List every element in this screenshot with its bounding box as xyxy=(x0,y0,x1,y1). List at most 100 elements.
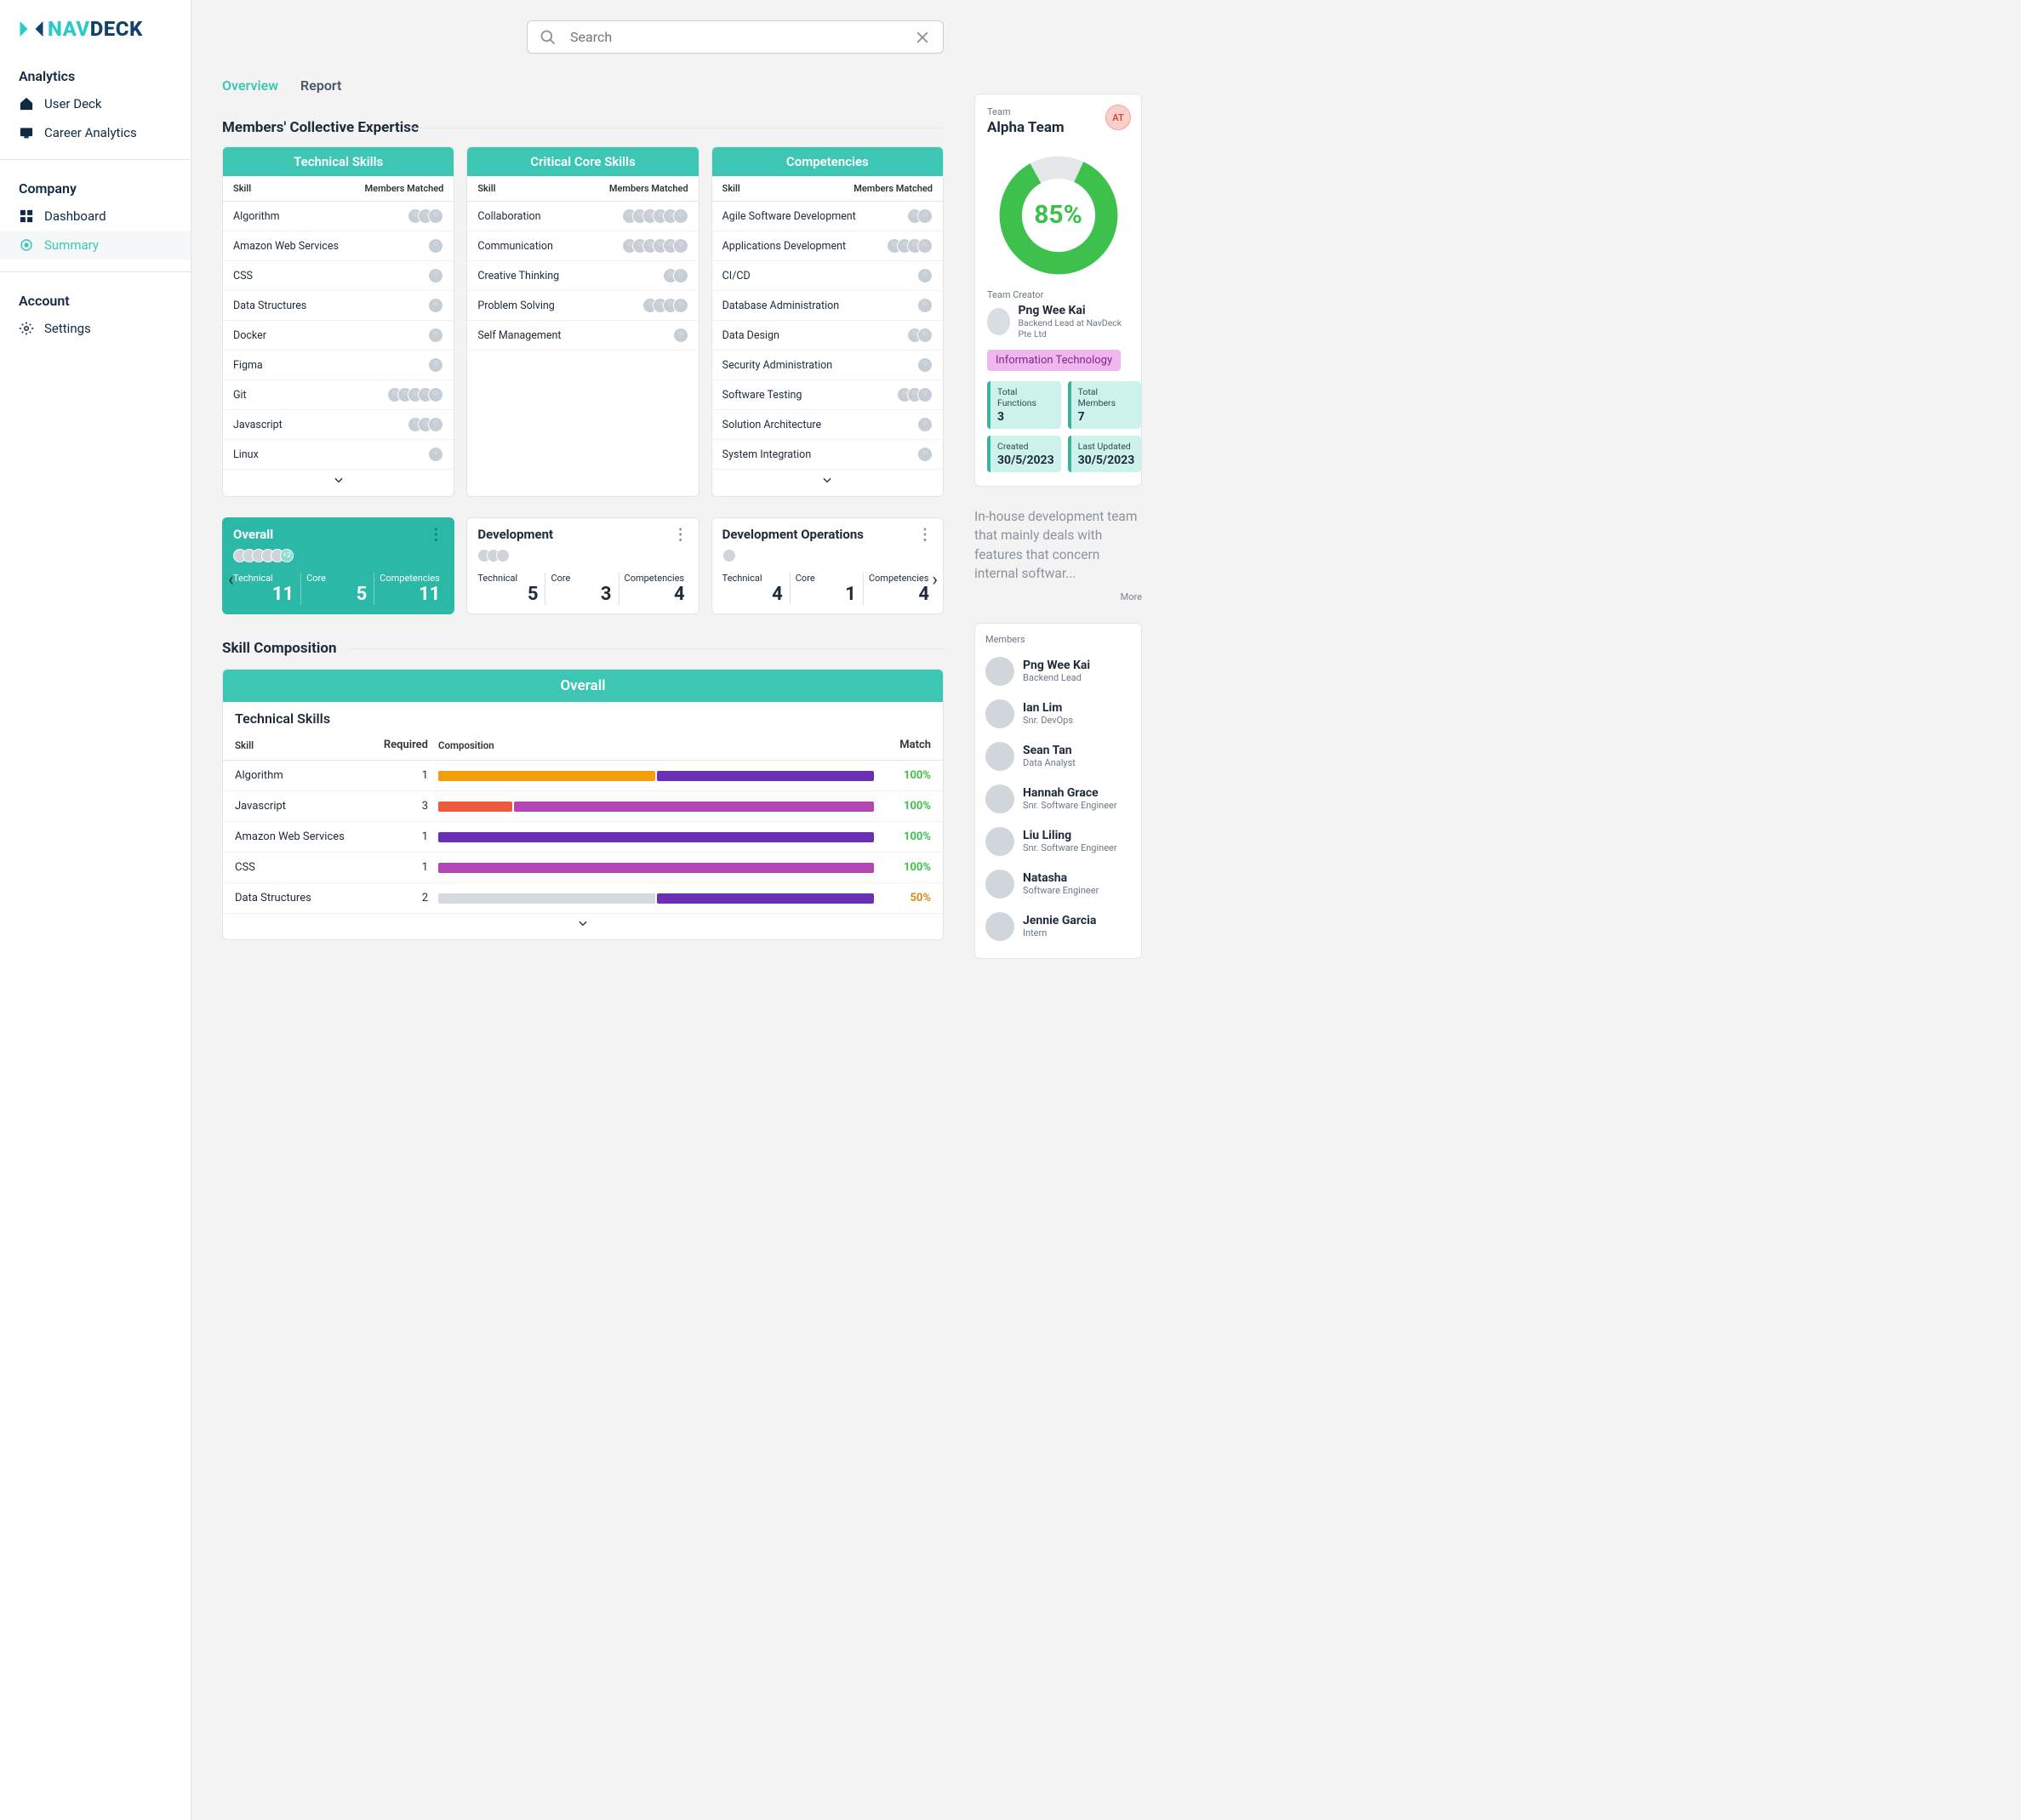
avatar-stack xyxy=(428,268,443,283)
member-row[interactable]: Png Wee KaiBackend Lead xyxy=(985,650,1131,693)
kebab-menu-icon[interactable]: ⋮ xyxy=(673,531,688,539)
avatar-stack xyxy=(917,417,933,432)
stat-created: Created 30/5/2023 xyxy=(987,436,1061,472)
function-card[interactable]: Development Operations⋮Technical4Core1Co… xyxy=(711,517,944,614)
expertise-row[interactable]: Applications Development xyxy=(712,231,943,261)
tab-overview[interactable]: Overview xyxy=(222,77,278,94)
expertise-row[interactable]: Software Testing xyxy=(712,380,943,410)
sidebar-item-career-analytics[interactable]: Career Analytics xyxy=(0,118,191,147)
chevron-left-icon[interactable]: ‹ xyxy=(228,569,234,591)
avatar xyxy=(985,742,1014,771)
team-card: Team Alpha Team AT 85% Team Creator Png … xyxy=(974,94,1142,487)
avatar xyxy=(985,699,1014,728)
avatar-stack xyxy=(428,238,443,254)
expertise-row[interactable]: Git xyxy=(223,380,454,410)
function-card[interactable]: Overall⋮+2Technical11Core5Competencies11… xyxy=(222,517,454,614)
nav-heading-analytics: Analytics xyxy=(0,60,191,89)
composition-bar xyxy=(438,863,874,873)
avatar-stack xyxy=(428,357,443,373)
creator-role: Backend Lead at NavDeck Pte Ltd xyxy=(1019,317,1129,339)
team-creator: Png Wee Kai Backend Lead at NavDeck Pte … xyxy=(987,304,1129,339)
expertise-row[interactable]: Security Administration xyxy=(712,351,943,380)
logo-icon xyxy=(19,19,44,39)
expertise-row[interactable]: CSS xyxy=(223,261,454,291)
expertise-row[interactable]: Amazon Web Services xyxy=(223,231,454,261)
member-row[interactable]: Liu LilingSnr. Software Engineer xyxy=(985,820,1131,863)
composition-bar xyxy=(438,832,874,842)
kebab-menu-icon[interactable]: ⋮ xyxy=(428,531,443,539)
tab-report[interactable]: Report xyxy=(300,77,341,94)
search-box[interactable] xyxy=(527,20,944,54)
expertise-row[interactable]: Communication xyxy=(467,231,698,261)
expertise-row[interactable]: Problem Solving xyxy=(467,291,698,321)
chevron-right-icon[interactable]: › xyxy=(932,569,938,591)
member-row[interactable]: Ian LimSnr. DevOps xyxy=(985,693,1131,735)
avatar-stack xyxy=(642,298,688,313)
avatar-stack xyxy=(917,268,933,283)
avatar-stack xyxy=(622,208,688,224)
avatar-stack xyxy=(897,387,933,402)
composition-expand[interactable] xyxy=(223,914,943,939)
avatar-stack xyxy=(917,447,933,462)
member-row[interactable]: Sean TanData Analyst xyxy=(985,735,1131,778)
expertise-row[interactable]: Javascript xyxy=(223,410,454,440)
avatar-stack xyxy=(428,328,443,343)
sidebar-item-summary[interactable]: Summary xyxy=(0,231,191,260)
composition-header: Overall xyxy=(223,670,943,702)
member-row[interactable]: Jennie GarciaIntern xyxy=(985,905,1131,948)
avatar-stack xyxy=(428,447,443,462)
expertise-card: CompetenciesSkillMembers MatchedAgile So… xyxy=(711,146,944,497)
expertise-card-header: Competencies xyxy=(712,147,943,176)
gear-icon xyxy=(19,321,34,336)
avatar-stack xyxy=(408,208,443,224)
sidebar-item-dashboard[interactable]: Dashboard xyxy=(0,202,191,231)
expertise-row[interactable]: Algorithm xyxy=(223,202,454,231)
function-card[interactable]: Development⋮Technical5Core3Competencies4 xyxy=(466,517,699,614)
expertise-row[interactable]: Creative Thinking xyxy=(467,261,698,291)
avatar-stack: +2 xyxy=(233,549,443,562)
search-input[interactable] xyxy=(568,28,902,46)
avatar-stack xyxy=(673,328,688,343)
composition-bar xyxy=(438,802,874,812)
description-more[interactable]: More xyxy=(974,591,1142,604)
chevron-down-icon xyxy=(577,917,589,929)
avatar xyxy=(985,912,1014,941)
col-skill: Skill xyxy=(235,739,371,751)
composition-card: Overall Technical Skills Skill Required … xyxy=(222,669,944,940)
composition-bar xyxy=(438,771,874,781)
expertise-expand[interactable] xyxy=(223,470,454,496)
sidebar-item-settings[interactable]: Settings xyxy=(0,314,191,343)
chevron-down-icon xyxy=(333,474,345,486)
expertise-row[interactable]: Database Administration xyxy=(712,291,943,321)
col-match: Match xyxy=(884,739,931,751)
avatar xyxy=(985,784,1014,813)
expertise-row[interactable]: Solution Architecture xyxy=(712,410,943,440)
clear-icon[interactable] xyxy=(914,29,931,46)
expertise-row[interactable]: Figma xyxy=(223,351,454,380)
expertise-row[interactable]: Data Design xyxy=(712,321,943,351)
expertise-row[interactable]: Collaboration xyxy=(467,202,698,231)
avatar-stack xyxy=(722,549,933,562)
sidebar-item-user-deck[interactable]: User Deck xyxy=(0,89,191,118)
expertise-row[interactable]: Self Management xyxy=(467,321,698,351)
avatar-stack xyxy=(622,238,688,254)
expertise-row[interactable]: Linux xyxy=(223,440,454,470)
stat-total-functions: Total Functions 3 xyxy=(987,381,1061,429)
nav-heading-company: Company xyxy=(0,172,191,202)
expertise-expand[interactable] xyxy=(712,470,943,496)
avatar xyxy=(985,657,1014,686)
expertise-row[interactable]: System Integration xyxy=(712,440,943,470)
expertise-row[interactable]: Data Structures xyxy=(223,291,454,321)
member-row[interactable]: Hannah GraceSnr. Software Engineer xyxy=(985,778,1131,820)
expertise-row[interactable]: Agile Software Development xyxy=(712,202,943,231)
stat-updated: Last Updated 30/5/2023 xyxy=(1068,436,1142,472)
expertise-row[interactable]: Docker xyxy=(223,321,454,351)
members-card: Members Png Wee KaiBackend LeadIan LimSn… xyxy=(974,623,1142,959)
members-label: Members xyxy=(985,634,1131,645)
avatar-stack xyxy=(917,298,933,313)
expertise-row[interactable]: CI/CD xyxy=(712,261,943,291)
member-row[interactable]: NatashaSoftware Engineer xyxy=(985,863,1131,905)
avatar-stack xyxy=(428,298,443,313)
expertise-card: Technical SkillsSkillMembers MatchedAlgo… xyxy=(222,146,454,497)
kebab-menu-icon[interactable]: ⋮ xyxy=(917,531,933,539)
